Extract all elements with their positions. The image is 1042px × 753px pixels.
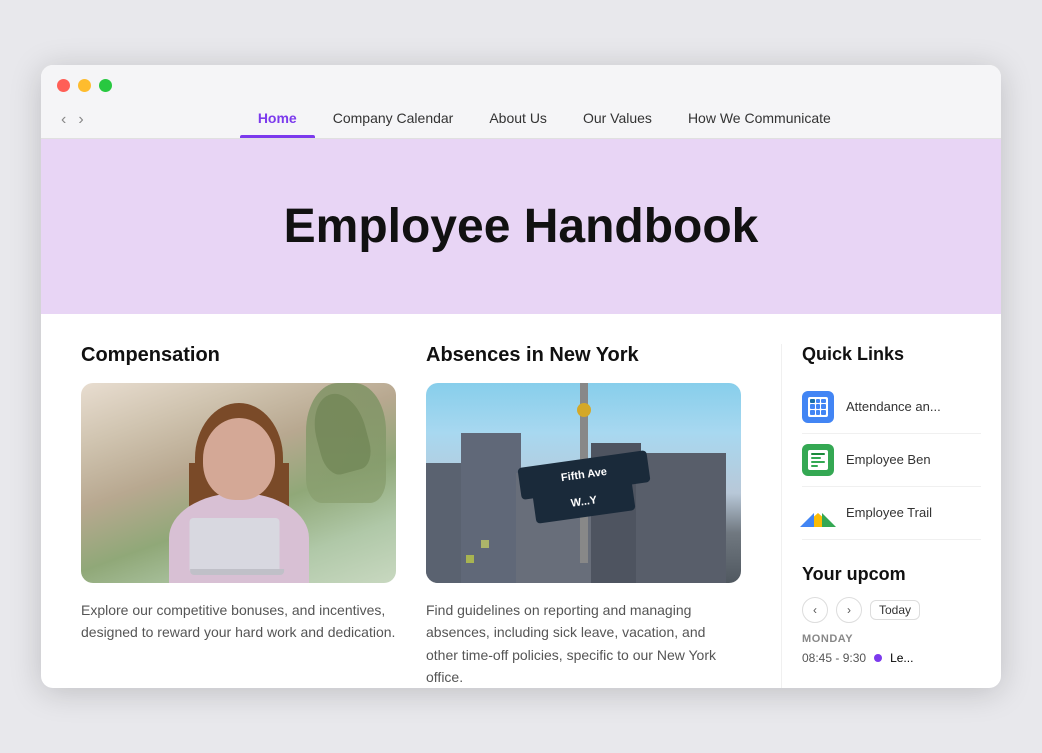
sheets-icon <box>802 391 834 423</box>
nav-tabs: Home Company Calendar About Us Our Value… <box>104 102 985 138</box>
quick-link-employee-trail[interactable]: Employee Trail <box>802 487 981 540</box>
event-time: 08:45 - 9:30 <box>802 651 866 665</box>
compensation-card: Compensation <box>81 344 396 689</box>
nav-arrows: ‹ › <box>57 109 88 131</box>
cal-prev-button[interactable]: ‹ <box>802 597 828 623</box>
employee-ben-label: Employee Ben <box>846 452 931 467</box>
forms-icon <box>802 444 834 476</box>
tab-our-values[interactable]: Our Values <box>565 102 670 138</box>
browser-chrome: ‹ › Home Company Calendar About Us Our V… <box>41 65 1001 139</box>
absences-card: Absences in New York <box>426 344 741 689</box>
attendance-label: Attendance an... <box>846 399 941 414</box>
cal-event: 08:45 - 9:30 Le... <box>802 651 981 665</box>
tab-how-we-communicate[interactable]: How We Communicate <box>670 102 849 138</box>
absences-text: Find guidelines on reporting and managin… <box>426 599 741 689</box>
content-area: Compensation <box>41 344 781 689</box>
event-label: Le... <box>890 651 913 665</box>
cal-day-label: MONDAY <box>802 633 981 645</box>
main-grid: Compensation <box>41 314 1001 689</box>
quick-link-employee-ben[interactable]: Employee Ben <box>802 434 981 487</box>
calendar-nav: ‹ › Today <box>802 597 981 623</box>
compensation-text: Explore our competitive bonuses, and inc… <box>81 599 396 644</box>
tab-about-us[interactable]: About Us <box>471 102 565 138</box>
hero-title: Employee Handbook <box>81 199 961 254</box>
tab-home[interactable]: Home <box>240 102 315 138</box>
absences-image: Fifth Ave W...Y <box>426 383 741 583</box>
tab-company-calendar[interactable]: Company Calendar <box>315 102 472 138</box>
absences-title: Absences in New York <box>426 344 741 367</box>
compensation-image <box>81 383 396 583</box>
cal-next-button[interactable]: › <box>836 597 862 623</box>
nav-bar: ‹ › Home Company Calendar About Us Our V… <box>57 102 985 138</box>
browser-window: ‹ › Home Company Calendar About Us Our V… <box>41 65 1001 689</box>
event-dot <box>874 654 882 662</box>
close-button[interactable] <box>57 79 70 92</box>
sidebar: Quick Links Attendance an... <box>781 344 1001 689</box>
quick-link-attendance[interactable]: Attendance an... <box>802 381 981 434</box>
quick-links-title: Quick Links <box>802 344 981 365</box>
upcoming-section: Your upcom ‹ › Today MONDAY 08:45 - 9:30… <box>802 564 981 665</box>
hero-banner: Employee Handbook <box>41 139 1001 314</box>
page-content: Employee Handbook Compensation <box>41 139 1001 689</box>
minimize-button[interactable] <box>78 79 91 92</box>
compensation-title: Compensation <box>81 344 396 367</box>
employee-trail-label: Employee Trail <box>846 505 932 520</box>
fullscreen-button[interactable] <box>99 79 112 92</box>
drive-icon <box>802 497 834 529</box>
traffic-lights <box>57 79 985 92</box>
upcoming-title: Your upcom <box>802 564 981 585</box>
forward-button[interactable]: › <box>74 109 87 131</box>
cal-today-button[interactable]: Today <box>870 600 920 620</box>
back-button[interactable]: ‹ <box>57 109 70 131</box>
